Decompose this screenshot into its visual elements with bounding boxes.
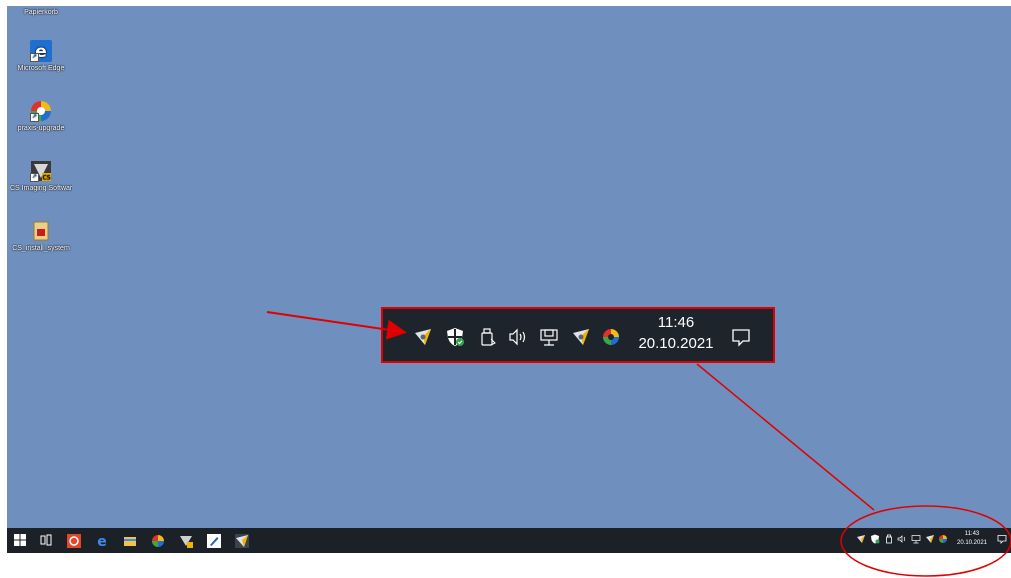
praxis-icon[interactable] xyxy=(151,534,165,548)
edge-icon: e ↗ xyxy=(30,40,52,62)
task-view-icon[interactable] xyxy=(39,534,53,548)
desktop-icon-cs-install[interactable]: CS_install_system xyxy=(10,220,72,253)
notification-small-icon[interactable] xyxy=(997,534,1007,544)
taskbar-time: 11:43 xyxy=(964,531,980,537)
cs-imaging-icon: CS ↗ xyxy=(30,160,52,182)
desktop-icon-cs-imaging[interactable]: CS ↗ CS Imaging Software xyxy=(10,160,72,193)
network-small-icon[interactable] xyxy=(911,534,921,544)
cs-imaging-tray-small-icon-2[interactable] xyxy=(925,534,935,544)
taskbar-date: 20.10.2021 xyxy=(956,540,988,546)
notification-icon[interactable] xyxy=(731,327,751,347)
cs-imaging-tray-icon-2[interactable] xyxy=(571,327,591,347)
praxis-small-icon[interactable] xyxy=(938,534,948,544)
svg-text:e: e xyxy=(97,534,107,548)
zoomed-time: 11:46 xyxy=(657,314,695,331)
taskbar-clock[interactable]: 11:43 20.10.2021 xyxy=(950,530,994,548)
desktop-icon-label: Microsoft Edge xyxy=(17,65,65,72)
usb-small-icon[interactable] xyxy=(884,534,894,544)
file-explorer-icon[interactable] xyxy=(123,534,137,548)
zoomed-date: 20.10.2021 xyxy=(638,335,714,352)
praxis-upgrade-icon: ↗ xyxy=(30,100,52,122)
zoomed-clock[interactable]: 11:46 20.10.2021 xyxy=(636,312,716,354)
cs-imaging-icon[interactable] xyxy=(179,534,193,548)
svg-text:CS: CS xyxy=(43,175,51,182)
defender-small-icon[interactable] xyxy=(870,534,880,544)
pen-app-icon[interactable] xyxy=(207,534,221,548)
volume-icon[interactable] xyxy=(507,327,527,347)
praxis-tray-icon[interactable] xyxy=(601,327,621,347)
desktop-icon-label: CS Imaging Software xyxy=(10,185,72,192)
installer-icon xyxy=(30,220,52,242)
desktop-icon-edge[interactable]: e ↗ Microsoft Edge xyxy=(10,40,72,73)
volume-small-icon[interactable] xyxy=(897,534,907,544)
network-icon[interactable] xyxy=(539,327,559,347)
desktop-icon-recycle-bin[interactable]: Papierkorb xyxy=(10,8,72,17)
usb-icon[interactable] xyxy=(477,327,497,347)
cs-imaging-tray-icon[interactable] xyxy=(413,327,433,347)
desktop-icon-label: CS_install_system xyxy=(12,245,70,252)
app-red-icon[interactable] xyxy=(67,534,81,548)
desktop: Papierkorb e ↗ Microsoft Edge ↗ praxis-u… xyxy=(7,6,1011,553)
desktop-icon-label: praxis-upgrade xyxy=(17,125,65,132)
windows-start-icon[interactable] xyxy=(13,534,27,548)
cs-imaging-tray-small-icon[interactable] xyxy=(856,534,866,544)
desktop-icon-label: Papierkorb xyxy=(24,9,58,16)
desktop-icon-praxis-upgrade[interactable]: ↗ praxis-upgrade xyxy=(10,100,72,133)
defender-icon[interactable] xyxy=(445,327,465,347)
cs-tray-app-icon[interactable] xyxy=(235,534,249,548)
edge-icon[interactable]: e xyxy=(95,534,109,550)
